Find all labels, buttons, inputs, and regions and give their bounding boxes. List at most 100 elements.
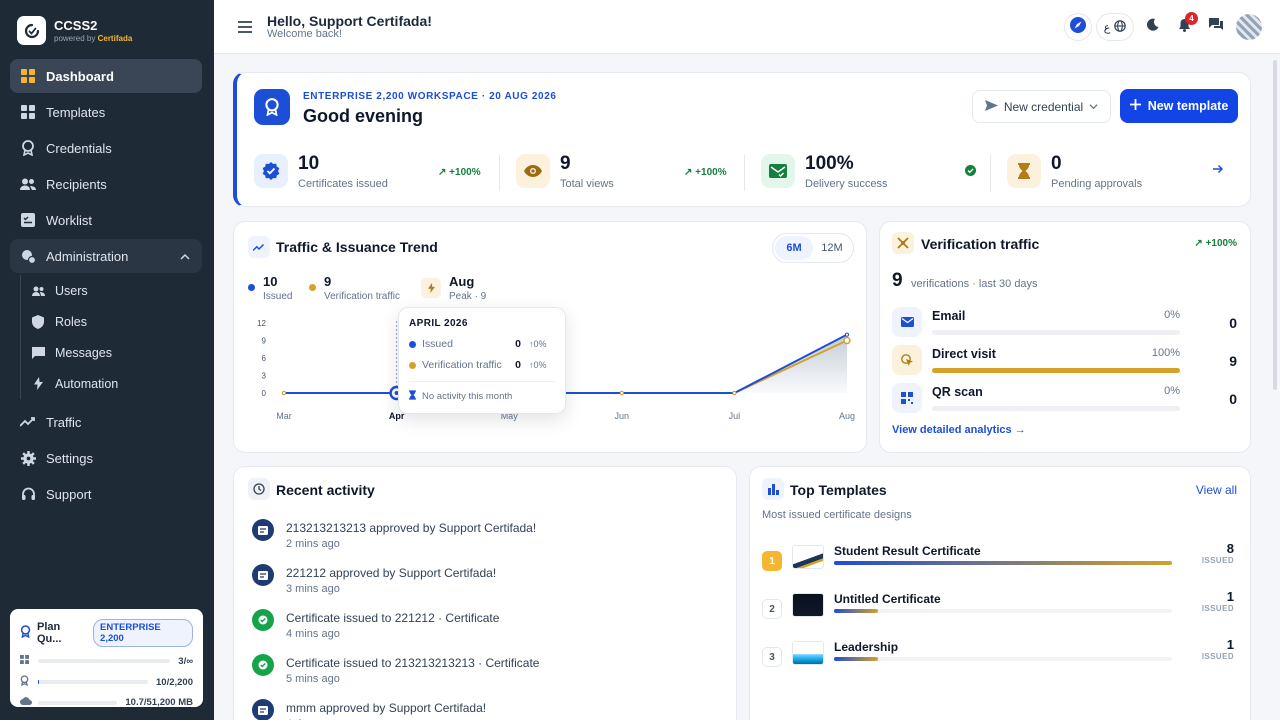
notifications-button[interactable]: 4	[1170, 12, 1198, 41]
avatar[interactable]	[1236, 14, 1262, 40]
sidebar-item-messages[interactable]: Messages	[27, 337, 202, 368]
rank-badge: 1	[762, 551, 782, 571]
brand-logo-icon	[17, 16, 46, 45]
page-scrollbar[interactable]	[1273, 60, 1277, 390]
list-item[interactable]: 213213213213 approved by Support Certifa…	[252, 515, 712, 555]
sidebar-item-traffic[interactable]: Traffic	[10, 405, 202, 439]
sidebar-item-credentials[interactable]: Credentials	[10, 131, 202, 165]
row-pct: 0%	[1164, 309, 1180, 321]
sidebar-item-users[interactable]: Users	[27, 275, 202, 306]
list-item[interactable]: mmm approved by Support Certifada!4 days…	[252, 695, 712, 720]
stat-trend: ↗ +100%	[684, 167, 727, 178]
award-icon	[20, 140, 36, 156]
template-name: Untitled Certificate	[834, 592, 941, 606]
stat-delivery-success[interactable]: 100% Delivery success	[761, 153, 1001, 193]
arrow-right-icon[interactable]	[1213, 164, 1224, 177]
tooltip-row-verification: Verification traffic 0 ↑0%	[409, 359, 555, 371]
pointer-icon	[892, 345, 922, 375]
sidebar-item-automation[interactable]: Automation	[27, 368, 202, 399]
menu-icon[interactable]	[238, 20, 252, 38]
new-credential-button[interactable]: New credential	[972, 90, 1111, 123]
sidebar-item-settings[interactable]: Settings	[10, 441, 202, 475]
gear-icon	[20, 450, 36, 466]
activity-time: 2 mins ago	[286, 538, 340, 550]
tooltip-note: No activity this month	[409, 381, 555, 403]
history-icon	[248, 478, 270, 500]
view-all-link[interactable]: View all	[1196, 483, 1237, 497]
plan-progress-bar	[38, 659, 171, 663]
sidebar-nav: Dashboard Templates Credentials Recipien…	[10, 59, 202, 513]
compass-button[interactable]	[1064, 13, 1092, 41]
series-dot	[409, 361, 416, 369]
plan-row-templates: 3/∞	[20, 655, 193, 667]
plus-icon	[1129, 99, 1141, 113]
stat-trend: ↗ +100%	[438, 167, 481, 178]
list-item[interactable]: 221212 approved by Support Certifada! 3 m…	[252, 560, 712, 600]
tooltip-value: 0	[515, 338, 521, 350]
template-icon	[20, 655, 32, 667]
sidebar-item-administration[interactable]: Administration	[10, 239, 202, 273]
view-analytics-link[interactable]: View detailed analytics →	[892, 424, 1026, 436]
recent-activity-title: Recent activity	[276, 482, 375, 498]
divider	[499, 155, 500, 191]
verification-row-direct[interactable]: Direct visit 100% 9	[892, 341, 1239, 377]
messages-button[interactable]	[1202, 13, 1230, 41]
chevron-down-icon	[1089, 100, 1098, 114]
template-row[interactable]: 2 Untitled Certificate 1 ISSUED	[762, 589, 1234, 627]
data-point	[281, 390, 287, 396]
sidebar-item-templates[interactable]: Templates	[10, 95, 202, 129]
verification-row-email[interactable]: Email 0% 0	[892, 303, 1239, 339]
sidebar-item-label: Support	[46, 486, 92, 502]
stat-total-views[interactable]: 9 Total views ↗ +100%	[516, 153, 756, 193]
brand[interactable]: CCSS2 powered by Certifada	[17, 16, 132, 45]
headset-icon	[20, 486, 36, 502]
rank-badge: 3	[762, 647, 782, 667]
theme-toggle-button[interactable]	[1138, 13, 1166, 41]
y-tick-label: 0	[262, 389, 267, 398]
language-button[interactable]: ع	[1096, 13, 1134, 41]
sidebar-item-dashboard[interactable]: Dashboard	[10, 59, 202, 93]
cloud-icon	[20, 697, 32, 708]
template-count: 1	[1226, 637, 1234, 652]
row-pct: 0%	[1164, 385, 1180, 397]
sidebar-item-recipients[interactable]: Recipients	[10, 167, 202, 201]
stat-pending-approvals[interactable]: 0 Pending approvals	[1007, 153, 1247, 193]
sidebar: CCSS2 powered by Certifada Dashboard Tem…	[0, 0, 214, 720]
chevron-up-icon	[180, 250, 190, 265]
sidebar-item-label: Templates	[46, 104, 106, 120]
template-row[interactable]: 3 Leadership 1 ISSUED	[762, 637, 1234, 675]
template-count-unit: ISSUED	[1201, 556, 1234, 565]
divider	[990, 155, 991, 191]
document-icon	[252, 564, 274, 586]
mail-check-icon	[761, 154, 795, 188]
sidebar-item-support[interactable]: Support	[10, 477, 202, 511]
verification-trend: ↗ +100%	[1194, 238, 1237, 249]
template-thumbnail	[792, 641, 824, 665]
message-icon	[31, 346, 45, 359]
sidebar-item-label: Traffic	[46, 414, 82, 430]
plan-quota-card[interactable]: Plan Qu... ENTERPRISE 2,200 3/∞ 10/2,200…	[10, 609, 203, 708]
row-bar-fill	[932, 368, 1180, 373]
verification-row-qr[interactable]: QR scan 0% 0	[892, 379, 1239, 415]
template-bar-fill	[834, 609, 878, 613]
plan-label: Plan Qu...	[37, 621, 62, 645]
list-item[interactable]: Certificate issued to 221212 · Certifica…	[252, 605, 712, 645]
people-icon	[20, 176, 36, 192]
sidebar-item-roles[interactable]: Roles	[27, 306, 202, 337]
new-template-button[interactable]: New template	[1120, 89, 1238, 123]
plan-row-storage: 10.7/51,200 MB	[20, 697, 193, 708]
template-count: 1	[1226, 589, 1234, 604]
data-point	[619, 390, 624, 396]
topbar-actions: ع 4	[1060, 12, 1262, 41]
sidebar-item-worklist[interactable]: Worklist	[10, 203, 202, 237]
tooltip-label: Verification traffic	[422, 359, 502, 371]
badge-icon	[254, 89, 290, 125]
administration-subnav: Users Roles Messages Automation	[20, 275, 202, 399]
template-row[interactable]: 1 Student Result Certificate 8 ISSUED	[762, 541, 1234, 579]
stat-certificates-issued[interactable]: 10 Certificates issued ↗ +100%	[254, 153, 494, 193]
list-item[interactable]: Certificate issued to 213213213213 · Cer…	[252, 650, 712, 690]
new-credential-label: New credential	[1003, 99, 1084, 114]
stat-label: Certificates issued	[298, 178, 388, 190]
template-bar	[834, 657, 1172, 661]
recent-activity-card: Recent activity 213213213213 approved by…	[233, 466, 737, 720]
